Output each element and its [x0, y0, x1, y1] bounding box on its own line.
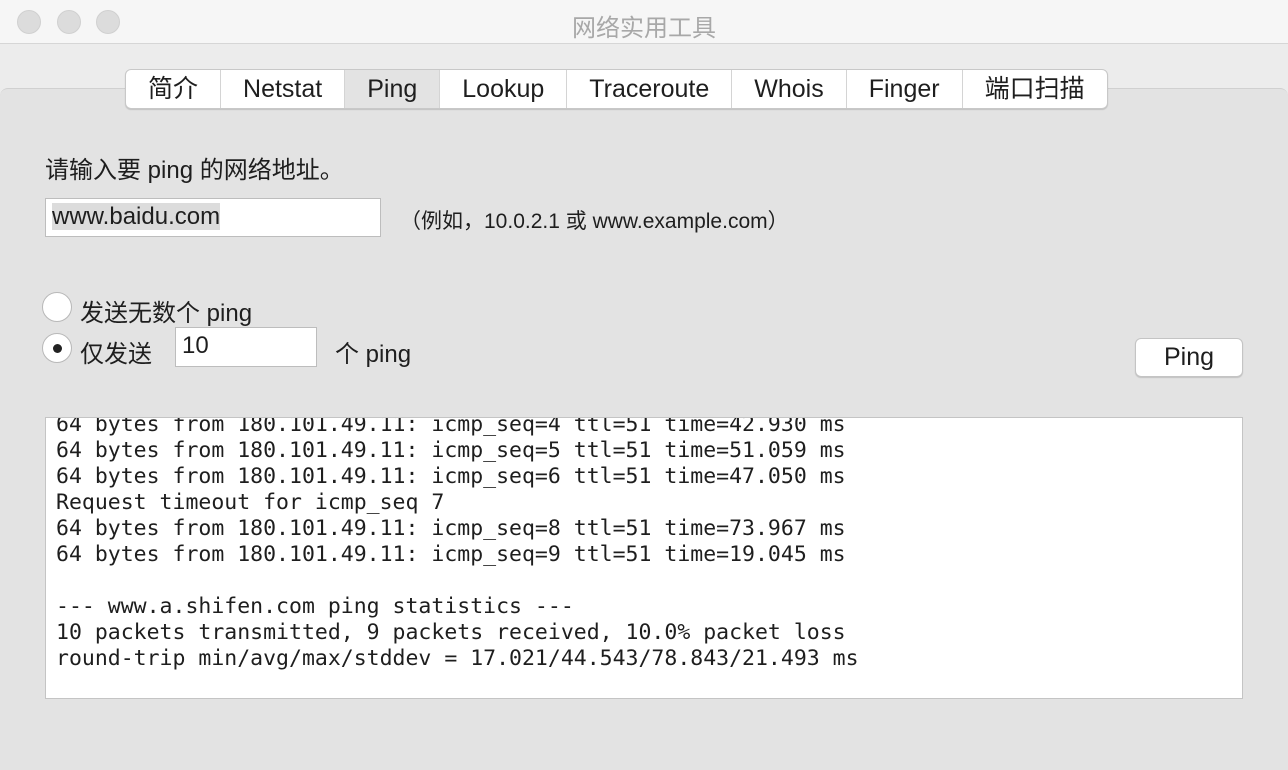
radio-selected-dot	[53, 344, 62, 353]
count-input[interactable]: 10	[175, 327, 317, 367]
tab-finger[interactable]: Finger	[847, 70, 963, 108]
tab-whois[interactable]: Whois	[732, 70, 847, 108]
tab-traceroute[interactable]: Traceroute	[567, 70, 733, 108]
tab-lookup[interactable]: Lookup	[440, 70, 568, 108]
output-line: Request timeout for icmp_seq 7	[56, 490, 445, 515]
output-line: --- www.a.shifen.com ping statistics ---	[56, 594, 574, 619]
title-bar: 网络实用工具	[0, 0, 1288, 44]
radio-count[interactable]	[42, 333, 72, 363]
output-line: 64 bytes from 180.101.49.11: icmp_seq=9 …	[56, 542, 846, 567]
address-input[interactable]: www.baidu.com	[45, 198, 381, 237]
radio-unlimited-label: 发送无数个 ping	[80, 300, 253, 327]
output-line: 64 bytes from 180.101.49.11: icmp_seq=6 …	[56, 464, 846, 489]
tab-ping[interactable]: Ping	[345, 70, 441, 108]
ping-output[interactable]: 64 bytes from 180.101.49.11: icmp_seq=4 …	[45, 417, 1243, 699]
tab-port-scan[interactable]: 端口扫描	[963, 70, 1107, 108]
output-text: 64 bytes from 180.101.49.11: icmp_seq=4 …	[56, 417, 859, 672]
output-line: round-trip min/avg/max/stddev = 17.021/4…	[56, 646, 859, 671]
tab-netstat[interactable]: Netstat	[221, 70, 346, 108]
radio-count-label: 仅发送	[80, 341, 152, 368]
address-hint: （例如，10.0.2.1 或 www.example.com）	[400, 210, 789, 233]
output-line: 64 bytes from 180.101.49.11: icmp_seq=4 …	[56, 417, 846, 437]
ping-button[interactable]: Ping	[1135, 338, 1243, 377]
output-line: 10 packets transmitted, 9 packets receiv…	[56, 620, 846, 645]
address-prompt: 请输入要 ping 的网络地址。	[45, 157, 344, 184]
tab-intro[interactable]: 简介	[126, 70, 222, 108]
output-line: 64 bytes from 180.101.49.11: icmp_seq=8 …	[56, 516, 846, 541]
radio-unlimited[interactable]	[42, 292, 72, 322]
tab-bar: 简介 Netstat Ping Lookup Traceroute Whois …	[125, 69, 1108, 109]
count-suffix-label: 个 ping	[335, 341, 412, 368]
address-value: www.baidu.com	[52, 203, 221, 230]
window-title: 网络实用工具	[572, 15, 716, 42]
output-line: 64 bytes from 180.101.49.11: icmp_seq=5 …	[56, 438, 846, 463]
